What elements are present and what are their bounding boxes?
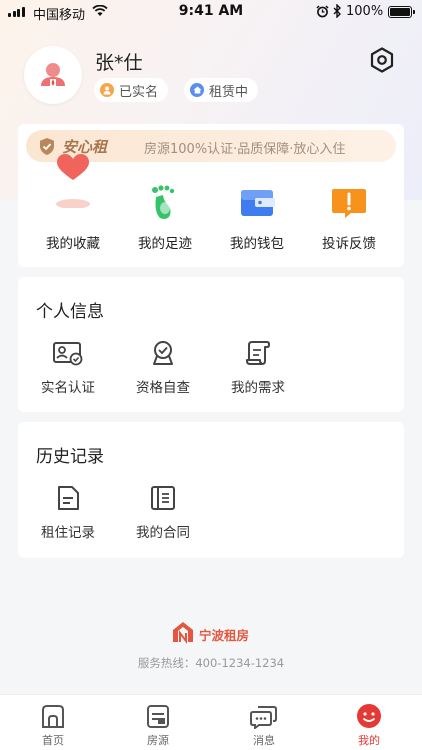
wallet-icon [241,190,275,216]
service-hotline[interactable]: 服务热线：400-1234-1234 [0,655,422,671]
status-bar: 中国移动 9:41 AM 100% [0,0,422,24]
id-card-icon [53,342,83,366]
verified-badge: 已实名 [94,78,169,102]
tab-home[interactable]: 首页 [23,703,83,748]
tab-listings-label: 房源 [147,734,169,747]
my-contract-label: 我的合同 [136,525,190,541]
verified-label: 已实名 [119,84,159,100]
tab-profile-label: 我的 [358,734,380,747]
tab-messages[interactable]: 消息 [234,703,294,748]
house-icon [190,83,204,97]
settings-icon[interactable] [368,46,396,74]
my-contract-button[interactable]: 我的合同 [118,484,208,541]
profile-icon [357,704,381,728]
history-card: 历史记录 租住记录 我的合同 [18,422,404,558]
quick-actions-card: 安心租 房源100%认证·品质保障·放心入住 我的收藏 我的足迹 我的钱包 投诉… [18,124,404,267]
contract-icon [151,486,175,510]
message-icon [250,706,277,729]
my-needs-button[interactable]: 我的需求 [213,339,303,396]
footprint-label: 我的足迹 [138,236,192,252]
avatar[interactable] [24,46,82,104]
username: 张*仕 [95,52,143,74]
qualification-check-button[interactable]: 资格自查 [118,339,208,396]
favorites-label: 我的收藏 [46,236,100,252]
brand-name: 宁波租房 [199,628,250,643]
home-icon [42,705,64,728]
tab-listings[interactable]: 房源 [128,703,188,748]
personal-info-title: 个人信息 [36,302,104,322]
real-name-auth-label: 实名认证 [41,380,95,396]
real-name-auth-button[interactable]: 实名认证 [23,339,113,396]
complaint-button[interactable]: 投诉反馈 [304,184,394,252]
listing-icon [147,705,169,728]
qualification-icon [153,341,173,365]
tab-home-label: 首页 [42,734,64,747]
tab-profile[interactable]: 我的 [339,703,399,748]
alarm-icon [316,5,329,18]
tab-bar: 首页 房源 消息 我的 [0,694,422,750]
verified-icon [100,83,114,97]
renting-badge: 租赁中 [184,78,259,102]
record-icon [58,486,79,510]
tab-messages-label: 消息 [253,734,275,747]
my-needs-label: 我的需求 [231,380,285,396]
footprint-icon [152,185,175,219]
battery-percent: 100% [346,4,384,19]
scroll-icon [246,341,270,365]
qualification-check-label: 资格自查 [136,380,190,396]
complaint-icon [332,189,366,218]
renting-label: 租赁中 [209,84,249,100]
person-icon [41,63,65,86]
history-title: 历史记录 [36,447,104,467]
wallet-label: 我的钱包 [230,236,284,252]
heart-icon [56,154,90,208]
favorites-button[interactable]: 我的收藏 [28,154,118,252]
rental-record-label: 租住记录 [41,525,95,541]
rental-record-button[interactable]: 租住记录 [23,484,113,541]
bluetooth-icon [333,4,341,18]
footprint-button[interactable]: 我的足迹 [120,184,210,252]
wallet-button[interactable]: 我的钱包 [212,184,302,252]
complaint-label: 投诉反馈 [322,236,376,252]
battery-icon [388,6,415,18]
assurance-description: 房源100%认证·品质保障·放心入住 [144,142,346,157]
personal-info-card: 个人信息 实名认证 资格自查 我的需求 [18,277,404,412]
